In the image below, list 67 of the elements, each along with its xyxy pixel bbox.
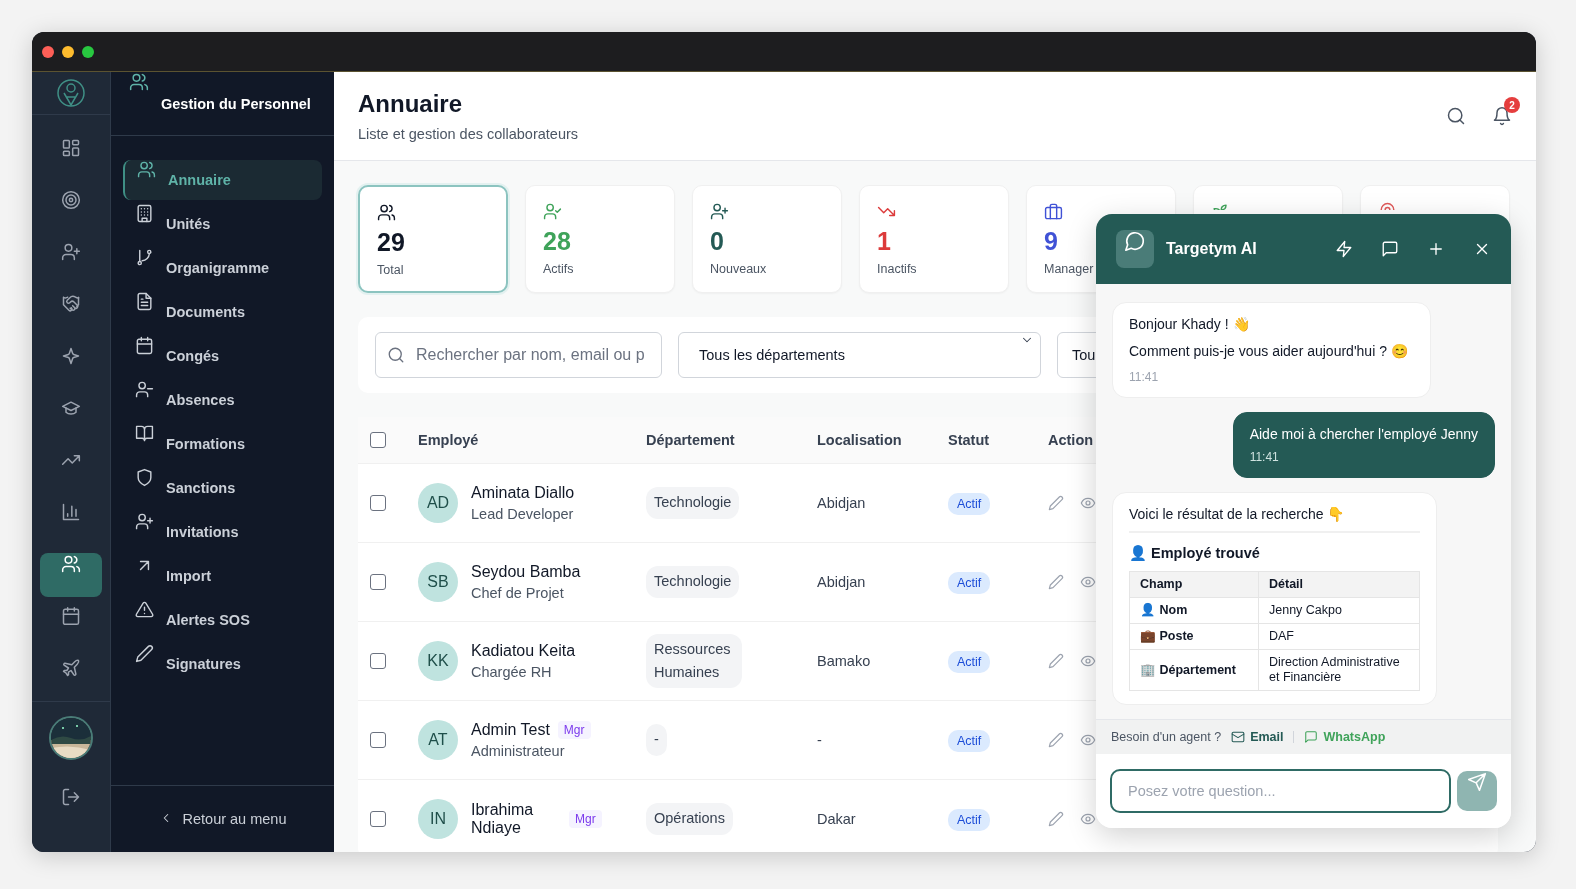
column-header: Action	[1048, 432, 1094, 448]
location-text: -	[817, 732, 822, 748]
message-time: 11:41	[1249, 450, 1280, 464]
status-tag: Actif	[948, 572, 991, 594]
table-cell: 💼 Poste	[1140, 629, 1194, 643]
avatar-initials: AD	[418, 483, 458, 523]
manager-tag: Mgr	[557, 721, 591, 739]
employee-role: Chef de Projet	[471, 585, 565, 601]
status-tag: Actif	[948, 809, 991, 831]
employee-role: Administrateur	[471, 743, 566, 759]
message-time: 11:41	[1129, 370, 1160, 384]
avatar-initials: AT	[418, 720, 458, 760]
stat-value: 1	[877, 229, 891, 254]
location-text: Bamako	[817, 653, 871, 669]
stat-label: Nouveaux	[710, 262, 767, 276]
stat-label: Actifs	[543, 262, 574, 276]
column-header: Statut	[948, 432, 990, 448]
column-header: Employé	[418, 432, 479, 448]
status-tag: Actif	[948, 730, 991, 752]
stat-value: 29	[377, 230, 405, 255]
stat-value: 28	[543, 229, 571, 254]
location-text: Abidjan	[817, 495, 866, 511]
table-cell: 🏢 Département	[1140, 662, 1236, 677]
employee-name: Ibrahima Ndiaye	[471, 801, 535, 837]
status-tag: Actif	[948, 493, 991, 515]
stat-label: Inactifs	[877, 262, 917, 276]
column-header: Département	[646, 432, 735, 448]
department-tag: -	[646, 724, 667, 756]
agent-prompt: Besoin d'un agent ?	[1111, 730, 1222, 744]
table-cell: DAF	[1269, 629, 1294, 643]
employee-name: Kadiatou Keita	[471, 642, 576, 660]
result-heading: 👤 Employé trouvé	[1129, 531, 1420, 562]
employee-name: Aminata Diallo	[471, 484, 575, 502]
message-text: Bonjour Khady ! 👋	[1129, 316, 1251, 332]
employee-name: Seydou Bamba	[471, 563, 581, 581]
location-text: Dakar	[817, 811, 856, 827]
stat-value: 9	[1044, 229, 1058, 254]
column-header: Champ	[1140, 577, 1183, 591]
manager-tag: Mgr	[569, 810, 602, 828]
column-header: Localisation	[817, 432, 902, 448]
message-text: Voici le résultat de la recherche 👇	[1129, 506, 1346, 522]
column-header: Détail	[1269, 577, 1304, 591]
employee-name: Admin Test	[471, 721, 550, 739]
stat-label: Total	[377, 263, 404, 277]
department-tag: Technologie	[646, 487, 740, 519]
status-tag: Actif	[948, 651, 991, 673]
avatar-initials: KK	[418, 641, 458, 681]
table-cell: 👤 Nom	[1140, 603, 1188, 617]
notification-count: 2	[1504, 97, 1520, 113]
location-text: Abidjan	[817, 574, 866, 590]
message-text: Comment puis-je vous aider aujourd'hui ? 😊	[1129, 343, 1409, 359]
employee-role: Chargée RH	[471, 664, 553, 680]
page-title: Annuaire	[358, 90, 463, 118]
sidebar-title: Gestion du Personnel	[161, 95, 311, 112]
avatar-initials: IN	[418, 799, 458, 839]
stat-value: 0	[710, 229, 724, 254]
department-tag: Technologie	[646, 566, 740, 598]
avatar-initials: SB	[418, 562, 458, 602]
chat-title: Targetym AI	[1166, 240, 1258, 258]
department-tag: Opérations	[646, 803, 733, 835]
stat-label: Manager	[1044, 262, 1094, 276]
employee-role: Lead Developer	[471, 506, 575, 522]
message-text: Aide moi à chercher l'employé Jenny	[1249, 426, 1478, 442]
table-cell: Direction Administrative et Financière	[1269, 655, 1400, 684]
page-subtitle: Liste et gestion des collaborateurs	[358, 126, 579, 142]
table-cell: Jenny Cakpo	[1269, 603, 1342, 617]
department-tag: Ressources Humaines	[646, 633, 742, 689]
